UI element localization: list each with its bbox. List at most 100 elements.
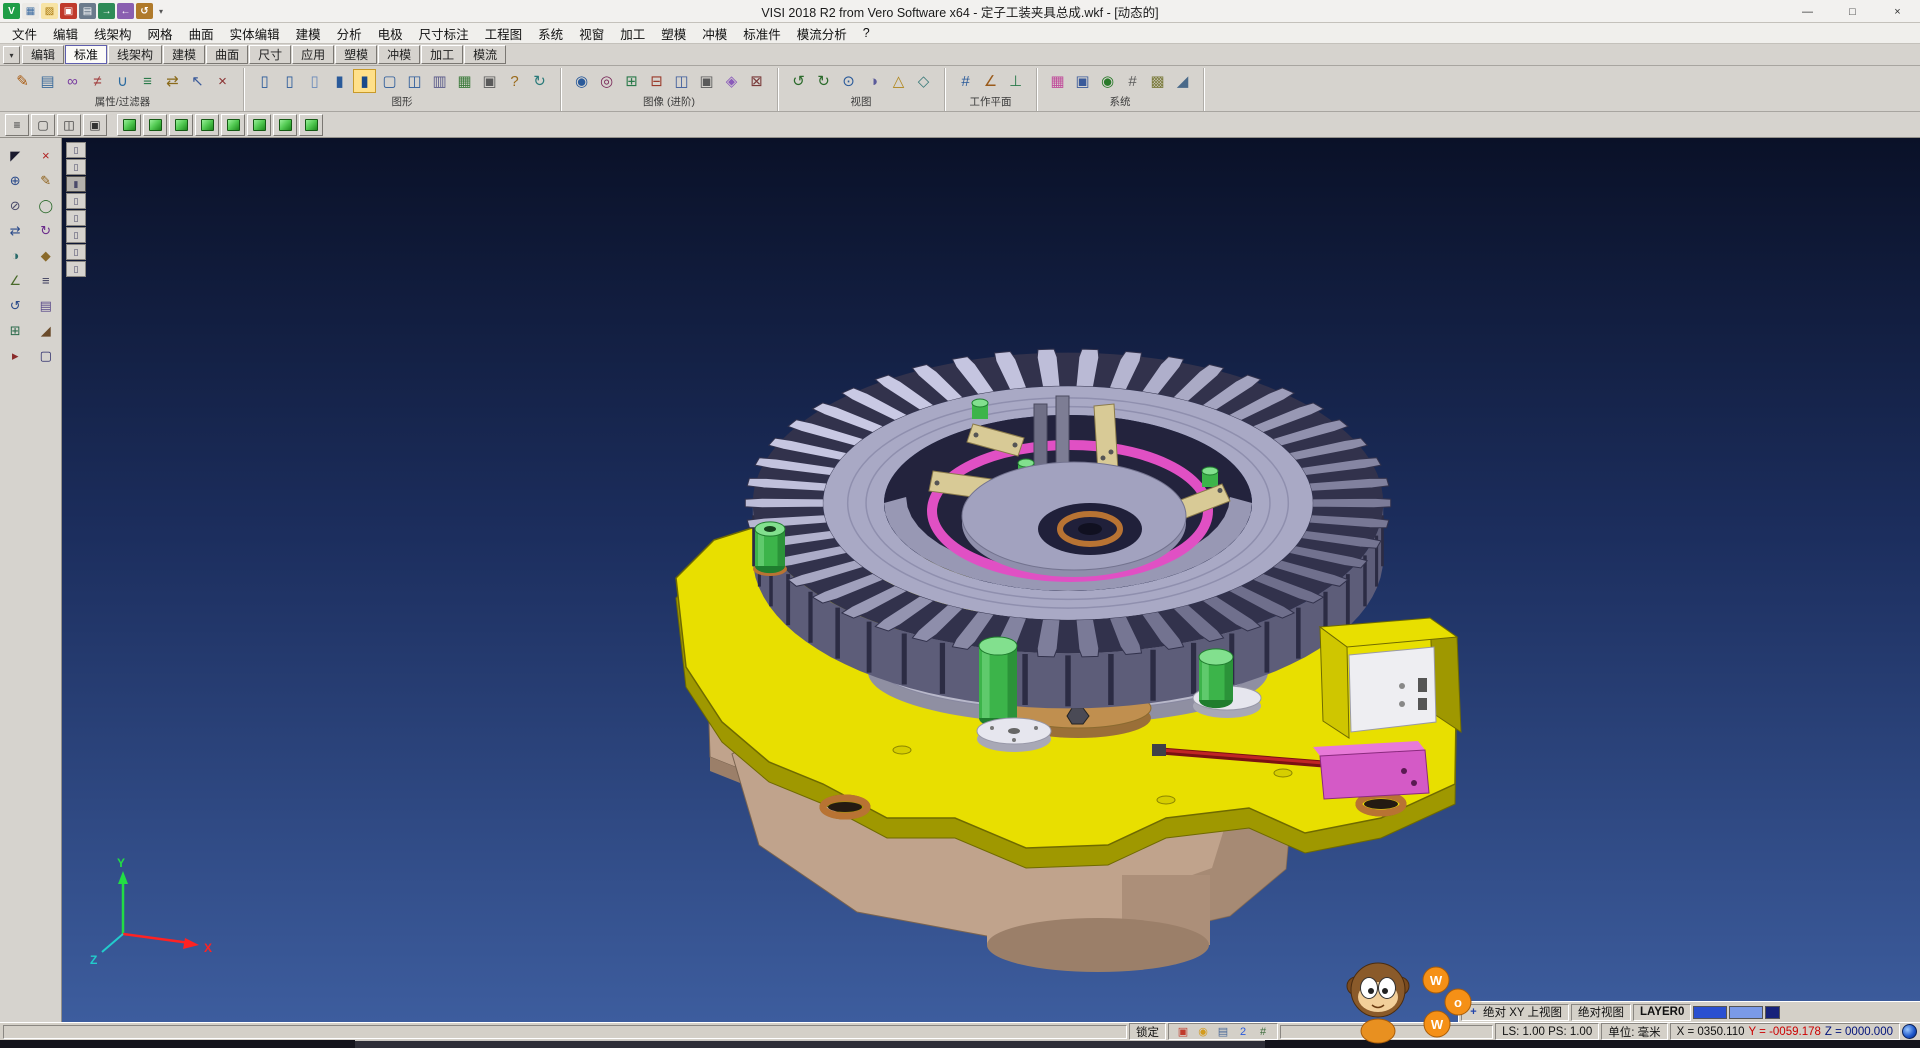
menu-item-12[interactable]: 系统 <box>530 22 571 45</box>
menu-item-14[interactable]: 加工 <box>612 22 653 45</box>
filter-clear-icon[interactable]: × <box>211 69 234 93</box>
menu-item-17[interactable]: 标准件 <box>735 22 789 45</box>
filter-layers-icon[interactable]: ≡ <box>136 69 159 93</box>
filter-unchain-icon[interactable]: ≠ <box>86 69 109 93</box>
maximize-button[interactable]: □ <box>1830 0 1875 23</box>
viewport-menu-button[interactable]: ≡ <box>5 114 29 136</box>
viewport-tool-5-icon[interactable]: ▯ <box>66 210 86 226</box>
menu-item-7[interactable]: 建模 <box>288 22 329 45</box>
tab-3[interactable]: 线架构 <box>108 45 162 64</box>
units-indicator[interactable]: 单位: 毫米 <box>1601 1023 1667 1040</box>
system-globe-icon[interactable]: ◉ <box>1096 69 1119 93</box>
graphics-ghost-icon[interactable]: ▯ <box>303 69 326 93</box>
viewport-tool-2-icon[interactable]: ▯ <box>66 159 86 175</box>
menu-item-13[interactable]: 视窗 <box>571 22 612 45</box>
graphics-wireframe-icon[interactable]: ▯ <box>253 69 276 93</box>
view-rotate-right-icon[interactable]: ↻ <box>812 69 835 93</box>
filter-pick-icon[interactable]: ↖ <box>186 69 209 93</box>
menu-item-19[interactable]: ? <box>855 24 878 42</box>
close-button[interactable]: × <box>1875 0 1920 23</box>
active-color-swatch[interactable] <box>1693 1006 1727 1019</box>
graphics-section-icon[interactable]: ▥ <box>428 69 451 93</box>
menu-item-5[interactable]: 曲面 <box>181 22 222 45</box>
single-view-button[interactable]: ▢ <box>31 114 55 136</box>
workplane-grid-icon[interactable]: # <box>954 69 977 93</box>
tab-overflow-button[interactable]: ▾ <box>3 46 20 64</box>
system-palette-icon[interactable]: ▦ <box>1046 69 1069 93</box>
quad-view-button[interactable]: ▣ <box>83 114 107 136</box>
scale-icon[interactable]: ◆ <box>35 245 57 266</box>
layers-icon[interactable]: ≡ <box>35 270 57 291</box>
attribute-match-icon[interactable]: ▤ <box>36 69 59 93</box>
workplane-normal-icon[interactable]: ⊥ <box>1004 69 1027 93</box>
rotate-icon[interactable]: ↻ <box>35 220 57 241</box>
advanced-remove-view-icon[interactable]: ⊟ <box>645 69 668 93</box>
measure-icon[interactable]: ∠ <box>4 270 26 291</box>
grid-icon[interactable]: ⊞ <box>4 320 26 341</box>
tab-2[interactable]: 标准 <box>65 45 107 64</box>
menu-item-18[interactable]: 模流分析 <box>789 22 855 45</box>
split-view-button[interactable]: ◫ <box>57 114 81 136</box>
minimize-button[interactable]: — <box>1785 0 1830 23</box>
graphics-split-icon[interactable]: ◫ <box>403 69 426 93</box>
graphics-query-icon[interactable]: ? <box>503 69 526 93</box>
tab-11[interactable]: 模流 <box>464 45 506 64</box>
filter-magnet-icon[interactable]: ∪ <box>111 69 134 93</box>
status-help-icon[interactable]: 2 <box>1235 1025 1251 1039</box>
new-document-icon[interactable]: ▦ <box>22 3 39 19</box>
view-frame-icon[interactable]: ◇ <box>912 69 935 93</box>
print-icon[interactable]: ▤ <box>79 3 96 19</box>
view-left-button[interactable] <box>221 114 245 136</box>
graphics-grid-icon[interactable]: ▦ <box>453 69 476 93</box>
workplane-angle-icon[interactable]: ∠ <box>979 69 1002 93</box>
secondary-color-swatch[interactable] <box>1729 1006 1763 1019</box>
graphics-capture-icon[interactable]: ▣ <box>478 69 501 93</box>
delete-icon[interactable]: × <box>35 145 57 166</box>
taskbar-window-strip[interactable] <box>355 1040 1265 1048</box>
advanced-close-icon[interactable]: ⊠ <box>745 69 768 93</box>
graphics-hidden-icon[interactable]: ▯ <box>278 69 301 93</box>
view-center-icon[interactable]: ⊙ <box>837 69 860 93</box>
tab-9[interactable]: 冲模 <box>378 45 420 64</box>
advanced-zoom-icon[interactable]: ◉ <box>570 69 593 93</box>
view-dynamic-icon[interactable]: △ <box>887 69 910 93</box>
taskbar[interactable] <box>0 1040 1920 1048</box>
shade-icon[interactable]: ◢ <box>35 320 57 341</box>
viewport-tool-8-icon[interactable]: ▯ <box>66 261 86 277</box>
attribute-paint-icon[interactable]: ✎ <box>11 69 34 93</box>
status-grid-icon[interactable]: # <box>1255 1025 1271 1039</box>
view-axonometric-button[interactable] <box>117 114 141 136</box>
menu-item-10[interactable]: 尺寸标注 <box>411 22 477 45</box>
view-right-button[interactable] <box>247 114 271 136</box>
advanced-target-icon[interactable]: ◎ <box>595 69 618 93</box>
snap-point-icon[interactable]: ⊕ <box>4 170 26 191</box>
filter-swap-icon[interactable]: ⇄ <box>161 69 184 93</box>
menu-item-6[interactable]: 实体编辑 <box>222 22 288 45</box>
tab-1[interactable]: 编辑 <box>22 45 64 64</box>
filter-chain-icon[interactable]: ∞ <box>61 69 84 93</box>
tab-10[interactable]: 加工 <box>421 45 463 64</box>
graphics-solid-icon[interactable]: ▮ <box>328 69 351 93</box>
menu-item-2[interactable]: 编辑 <box>45 22 86 45</box>
menu-item-8[interactable]: 分析 <box>329 22 370 45</box>
system-slope-icon[interactable]: ◢ <box>1171 69 1194 93</box>
menu-item-4[interactable]: 网格 <box>140 22 181 45</box>
view-shade-icon[interactable]: ◑ <box>862 69 885 93</box>
view-iso-button[interactable] <box>299 114 323 136</box>
menu-item-9[interactable]: 电极 <box>370 22 411 45</box>
system-grid-icon[interactable]: # <box>1121 69 1144 93</box>
viewport-tool-7-icon[interactable]: ▯ <box>66 244 86 260</box>
document-icon[interactable]: ▢ <box>35 345 57 366</box>
undo-view-icon[interactable]: ↺ <box>4 295 26 316</box>
menu-item-3[interactable]: 线架构 <box>86 22 140 45</box>
view-top-button[interactable] <box>143 114 167 136</box>
view-back-button[interactable] <box>195 114 219 136</box>
flag-icon[interactable]: ▸ <box>4 345 26 366</box>
advanced-gem-icon[interactable]: ◈ <box>720 69 743 93</box>
status-save-icon[interactable]: ▣ <box>1175 1025 1191 1039</box>
mirror-icon[interactable]: ◑ <box>4 245 26 266</box>
mascot-assistant[interactable]: WoW <box>1336 952 1486 1044</box>
import-icon[interactable]: → <box>98 3 115 19</box>
quick-access-dropdown[interactable]: ▾ <box>155 7 167 16</box>
open-folder-icon[interactable]: ▨ <box>41 3 58 19</box>
